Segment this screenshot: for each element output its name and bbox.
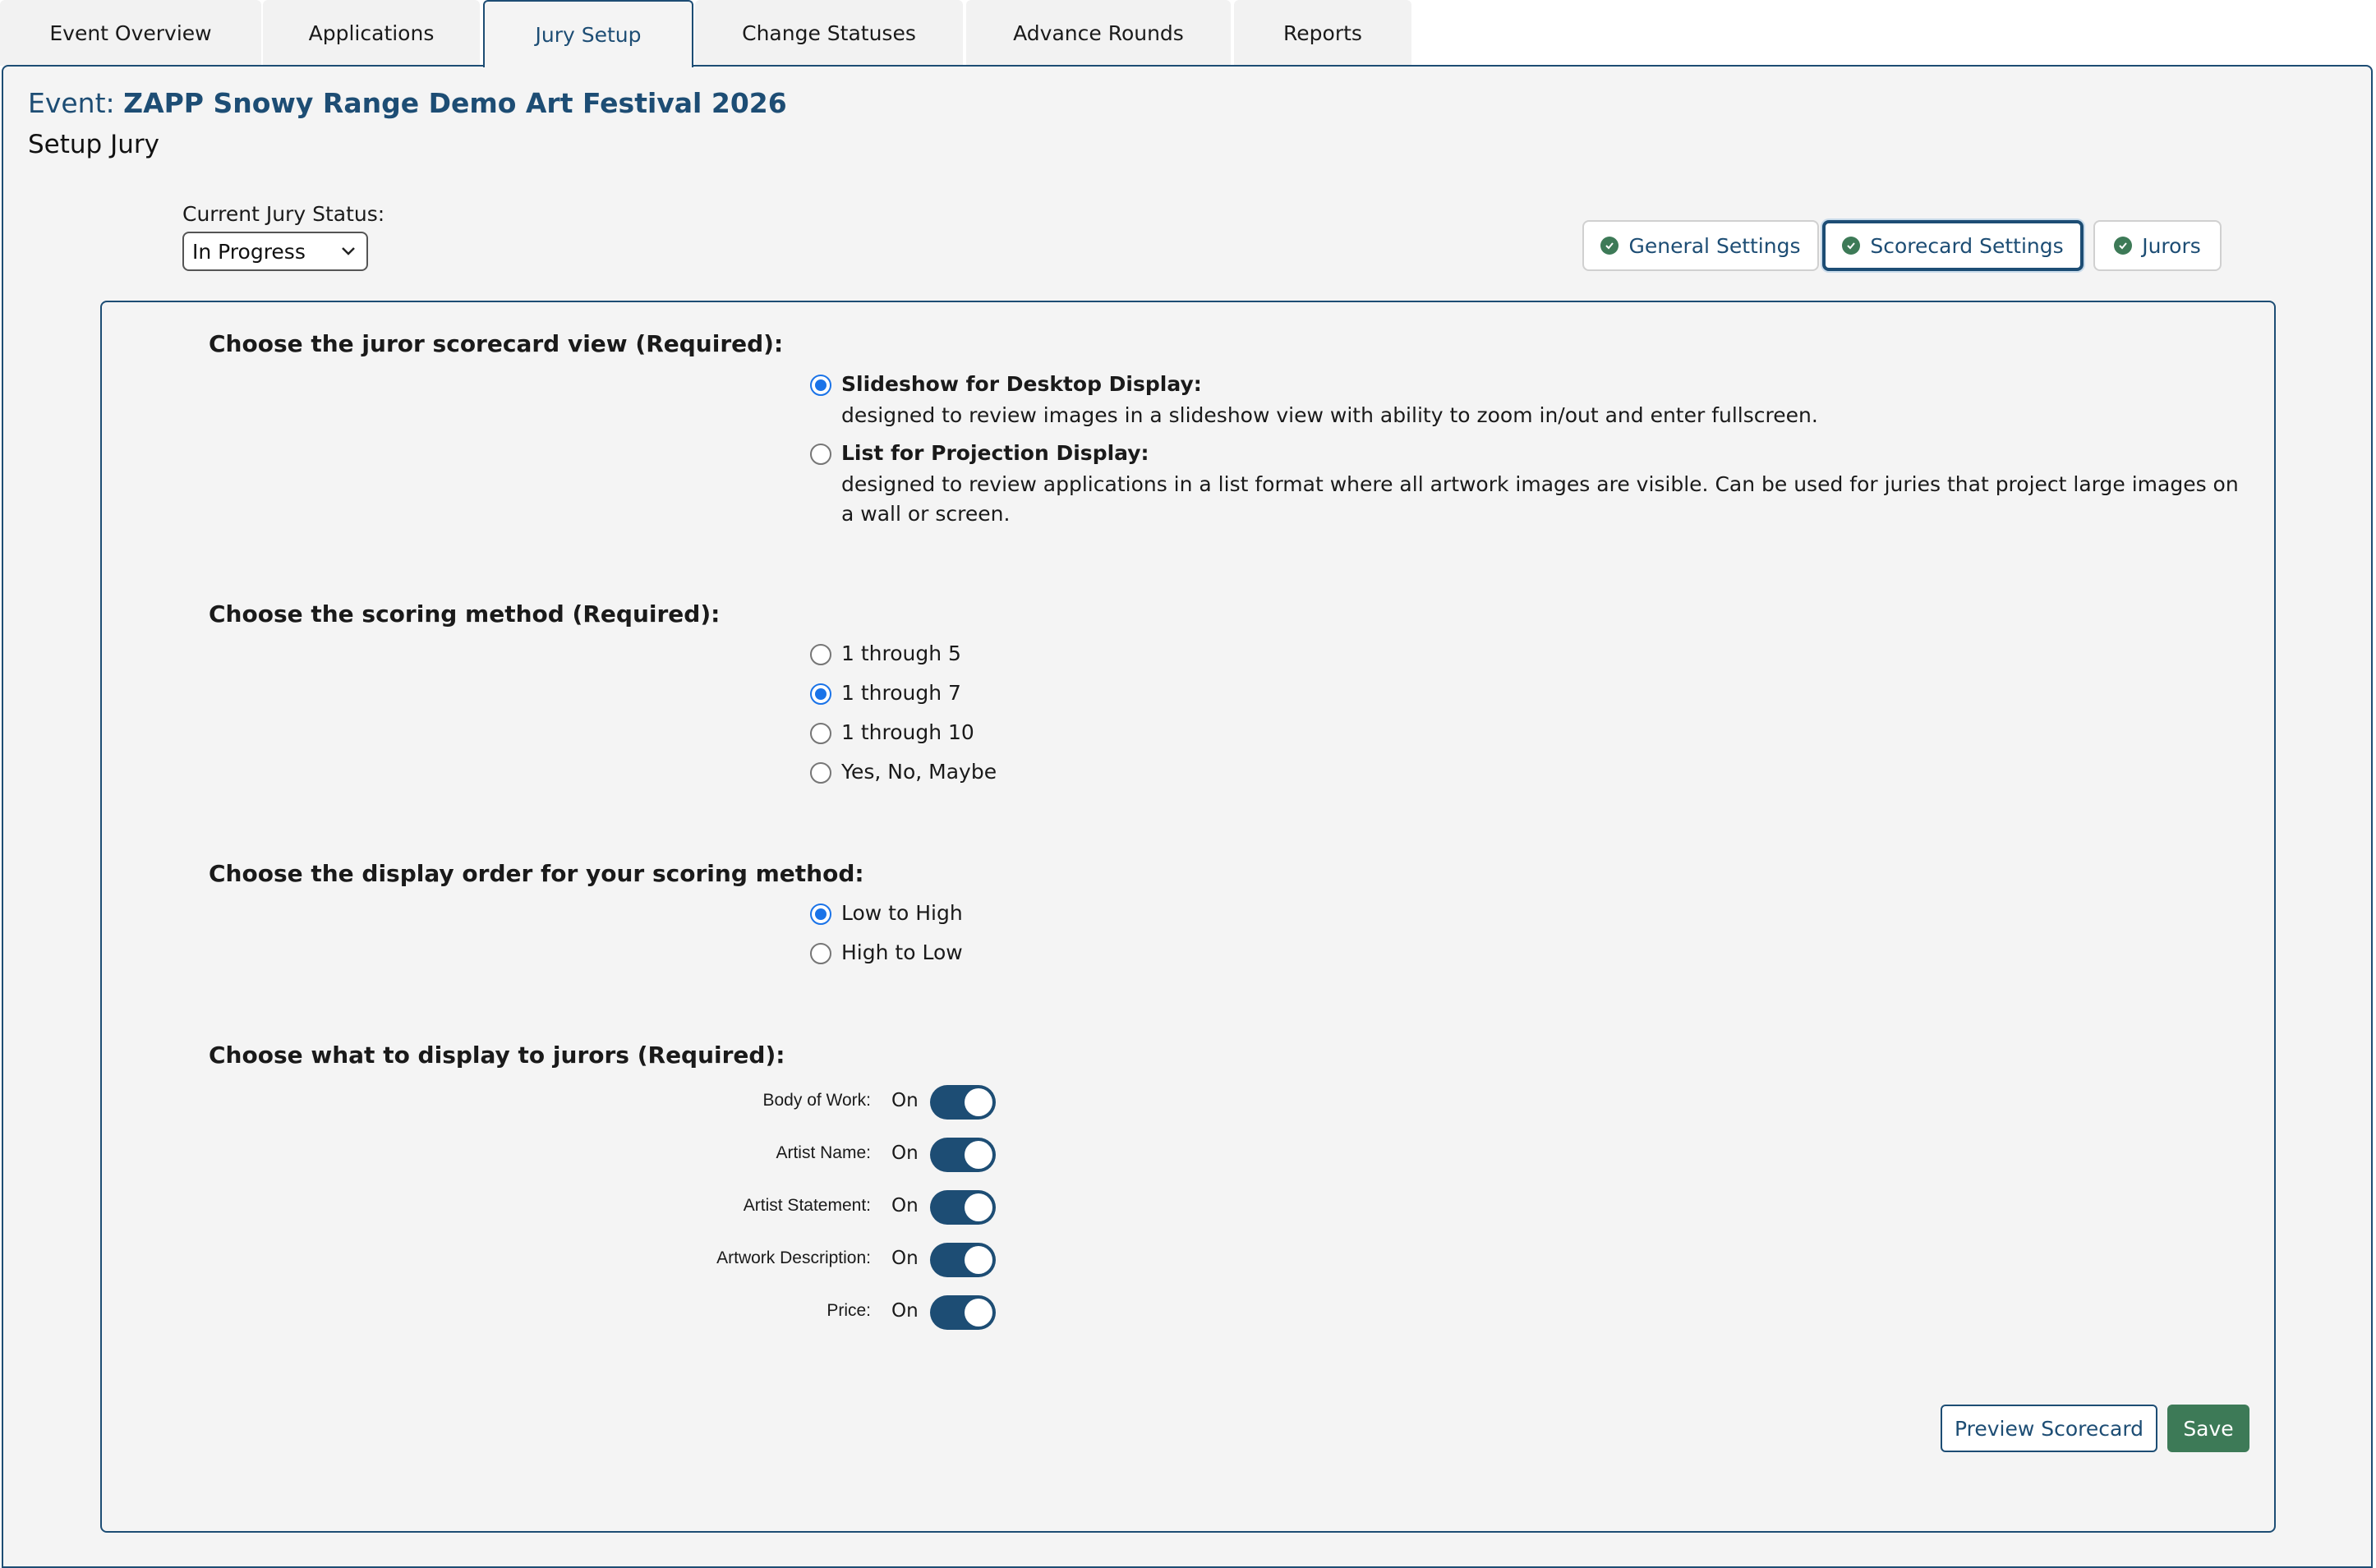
scoring-option-label: 1 through 10 xyxy=(841,720,974,744)
check-circle-icon xyxy=(2114,237,2133,255)
body-of-work-label: Body of Work: xyxy=(762,1091,872,1110)
tab-label: Change Statuses xyxy=(742,21,916,45)
body-of-work-toggle[interactable] xyxy=(930,1085,996,1120)
toggle-state-text: On xyxy=(891,1143,919,1164)
radio-yes-no-maybe[interactable] xyxy=(810,762,831,784)
page-title: Setup Jury xyxy=(28,130,159,159)
event-name: ZAPP Snowy Range Demo Art Festival 2026 xyxy=(123,87,787,119)
scorecard-settings-label: Scorecard Settings xyxy=(1870,233,2064,258)
tab-change-statuses[interactable]: Change Statuses xyxy=(695,0,963,66)
check-circle-icon xyxy=(1600,237,1619,255)
display-order-heading: Choose the display order for your scorin… xyxy=(209,860,864,887)
tab-label: Reports xyxy=(1283,21,1362,45)
slideshow-option-label: Slideshow for Desktop Display: xyxy=(841,372,1202,396)
jury-status-value: In Progress xyxy=(192,239,306,264)
chevron-down-icon xyxy=(342,247,355,255)
scorecard-settings-button[interactable]: Scorecard Settings xyxy=(1822,220,2084,271)
order-option-label: High to Low xyxy=(841,940,963,964)
radio-1-through-5[interactable] xyxy=(810,644,831,665)
tab-label: Advance Rounds xyxy=(1013,21,1184,45)
scoring-option-label: 1 through 7 xyxy=(841,681,961,705)
save-button[interactable]: Save xyxy=(2167,1405,2249,1452)
radio-high-to-low[interactable] xyxy=(810,943,831,964)
scoring-option-label: 1 through 5 xyxy=(841,641,961,665)
slideshow-option-desc: designed to review images in a slideshow… xyxy=(841,403,1818,427)
tab-event-overview[interactable]: Event Overview xyxy=(0,0,261,66)
toggle-state-text: On xyxy=(891,1195,919,1216)
price-toggle[interactable] xyxy=(930,1295,996,1330)
check-circle-icon xyxy=(1842,237,1861,255)
radio-low-to-high[interactable] xyxy=(810,904,831,925)
event-prefix: Event: xyxy=(28,87,115,119)
artist-statement-toggle[interactable] xyxy=(930,1190,996,1225)
jury-status-select[interactable]: In Progress xyxy=(182,232,368,271)
artwork-description-label: Artwork Description: xyxy=(716,1248,871,1267)
juror-display-heading: Choose what to display to jurors (Requir… xyxy=(209,1042,785,1069)
artist-name-toggle[interactable] xyxy=(930,1138,996,1172)
price-label: Price: xyxy=(827,1301,871,1320)
radio-list-projection[interactable] xyxy=(810,444,831,465)
radio-1-through-7[interactable] xyxy=(810,683,831,705)
general-settings-button[interactable]: General Settings xyxy=(1582,220,1819,271)
artwork-description-toggle[interactable] xyxy=(930,1243,996,1277)
order-option-label: Low to High xyxy=(841,901,963,925)
scoring-method-heading: Choose the scoring method (Required): xyxy=(209,600,721,628)
tab-label: Jury Setup xyxy=(535,22,642,47)
general-settings-label: General Settings xyxy=(1628,233,1801,258)
radio-1-through-10[interactable] xyxy=(810,723,831,744)
tab-advance-rounds[interactable]: Advance Rounds xyxy=(966,0,1231,66)
scoring-option-label: Yes, No, Maybe xyxy=(841,760,997,784)
preview-scorecard-button[interactable]: Preview Scorecard xyxy=(1941,1405,2157,1452)
toggle-state-text: On xyxy=(891,1300,919,1322)
list-option-label: List for Projection Display: xyxy=(841,441,1149,465)
jurors-button[interactable]: Jurors xyxy=(2093,220,2222,271)
scorecard-view-heading: Choose the juror scorecard view (Require… xyxy=(209,330,784,357)
tab-jury-setup[interactable]: Jury Setup xyxy=(483,0,693,67)
artist-name-label: Artist Name: xyxy=(776,1143,871,1162)
toggle-state-text: On xyxy=(891,1248,919,1269)
jurors-label: Jurors xyxy=(2142,233,2201,258)
tab-reports[interactable]: Reports xyxy=(1234,0,1411,66)
toggle-state-text: On xyxy=(891,1090,919,1111)
event-heading: Event: ZAPP Snowy Range Demo Art Festiva… xyxy=(28,87,787,119)
tab-applications[interactable]: Applications xyxy=(263,0,480,66)
tab-label: Event Overview xyxy=(49,21,212,45)
tab-label: Applications xyxy=(308,21,435,45)
artist-statement-label: Artist Statement: xyxy=(743,1196,871,1215)
list-option-desc: designed to review applications in a lis… xyxy=(841,472,2239,526)
radio-slideshow[interactable] xyxy=(810,375,831,396)
jury-status-label: Current Jury Status: xyxy=(182,202,385,226)
